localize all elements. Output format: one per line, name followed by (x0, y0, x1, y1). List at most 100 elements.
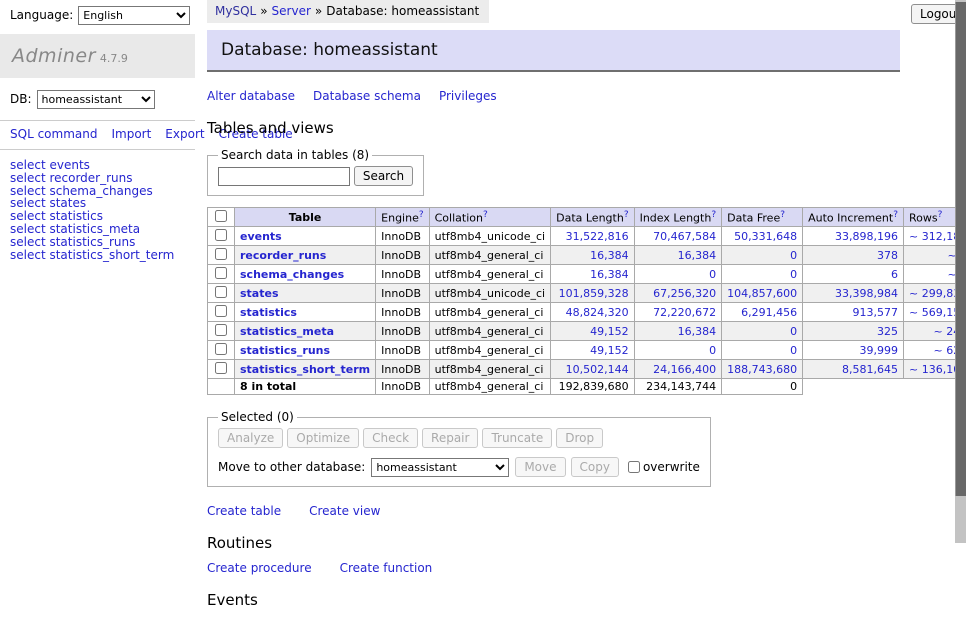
engine-cell: InnoDB (376, 265, 429, 284)
search-button[interactable]: Search (354, 166, 413, 186)
language-row: Language: English (0, 0, 195, 29)
table-link[interactable]: statistics_short_term (240, 363, 370, 376)
table-link[interactable]: recorder_runs (240, 249, 326, 262)
page-title: Database: homeassistant (207, 30, 900, 72)
table-link[interactable]: events (240, 230, 282, 243)
breadcrumb-mysql-link[interactable]: MySQL (215, 4, 256, 18)
data-length-link[interactable]: 48,824,320 (566, 306, 629, 319)
sql-command-link[interactable]: SQL command (10, 127, 97, 141)
auto-increment-link[interactable]: 8,581,645 (842, 363, 898, 376)
db-select[interactable]: homeassistant (37, 90, 155, 109)
scrollbar-thumb[interactable] (955, 2, 966, 496)
table-link[interactable]: statistics (240, 306, 297, 319)
table-row: states InnoDB utf8mb4_unicode_ci 101,859… (208, 284, 966, 303)
auto-increment-link[interactable]: 33,398,984 (835, 287, 898, 300)
auto-increment-link[interactable]: 325 (877, 325, 898, 338)
row-checkbox[interactable] (215, 324, 227, 336)
language-select[interactable]: English (78, 6, 190, 25)
data-length-link[interactable]: 10,502,144 (566, 363, 629, 376)
auto-increment-link[interactable]: 6 (891, 268, 898, 281)
overwrite-checkbox[interactable] (628, 461, 640, 473)
privileges-link[interactable]: Privileges (439, 89, 497, 103)
import-link[interactable]: Import (111, 127, 151, 141)
data-length-link[interactable]: 49,152 (590, 325, 629, 338)
repair-button: Repair (422, 428, 478, 448)
select-all-checkbox[interactable] (215, 210, 227, 222)
data-free-help-link[interactable]: ? (780, 210, 785, 220)
index-length-help-link[interactable]: ? (711, 210, 716, 220)
data-free-link[interactable]: 50,331,648 (734, 230, 797, 243)
column-header-engine: Engine? (376, 208, 429, 227)
auto-increment-link[interactable]: 913,577 (853, 306, 899, 319)
row-checkbox[interactable] (215, 229, 227, 241)
search-input[interactable] (218, 167, 350, 186)
data-length-link[interactable]: 31,522,816 (566, 230, 629, 243)
rows-help-link[interactable]: ? (938, 210, 943, 220)
collation-cell: utf8mb4_general_ci (429, 341, 550, 360)
create-function-link[interactable]: Create function (340, 561, 433, 575)
breadcrumb-server-link[interactable]: Server (272, 4, 311, 18)
data-free-link[interactable]: 104,857,600 (727, 287, 797, 300)
database-schema-link[interactable]: Database schema (313, 89, 421, 103)
index-length-link[interactable]: 16,384 (678, 249, 717, 262)
sidebar-item-select-events[interactable]: select events (10, 159, 185, 172)
language-label: Language: (10, 8, 73, 22)
overwrite-option: overwrite (624, 460, 700, 474)
auto-increment-link[interactable]: 378 (877, 249, 898, 262)
data-free-link[interactable]: 0 (790, 325, 797, 338)
auto-increment-link[interactable]: 33,898,196 (835, 230, 898, 243)
table-row: recorder_runs InnoDB utf8mb4_general_ci … (208, 246, 966, 265)
export-link[interactable]: Export (165, 127, 204, 141)
create-procedure-link[interactable]: Create procedure (207, 561, 312, 575)
row-checkbox[interactable] (215, 248, 227, 260)
table-link[interactable]: states (240, 287, 279, 300)
data-length-link[interactable]: 16,384 (590, 249, 629, 262)
index-length-link[interactable]: 67,256,320 (653, 287, 716, 300)
data-free-link[interactable]: 188,743,680 (727, 363, 797, 376)
sidebar-item-select-recorder-runs[interactable]: select recorder_runs (10, 172, 185, 185)
table-link[interactable]: statistics_runs (240, 344, 330, 357)
index-length-link[interactable]: 70,467,584 (653, 230, 716, 243)
table-row: statistics_short_term InnoDB utf8mb4_gen… (208, 360, 966, 379)
collation-help-link[interactable]: ? (483, 210, 488, 220)
row-checkbox[interactable] (215, 362, 227, 374)
move-database-select[interactable]: homeassistant (371, 458, 509, 477)
create-view-link[interactable]: Create view (309, 504, 380, 518)
auto-increment-link[interactable]: 39,999 (860, 344, 899, 357)
index-length-link[interactable]: 24,166,400 (653, 363, 716, 376)
data-free-link[interactable]: 0 (790, 344, 797, 357)
row-checkbox[interactable] (215, 343, 227, 355)
sidebar-item-select-statistics-runs[interactable]: select statistics_runs (10, 236, 185, 249)
data-free-link[interactable]: 0 (790, 249, 797, 262)
row-checkbox[interactable] (215, 305, 227, 317)
create-table-link[interactable]: Create table (207, 504, 281, 518)
data-length-link[interactable]: 16,384 (590, 268, 629, 281)
index-length-link[interactable]: 72,220,672 (653, 306, 716, 319)
table-link[interactable]: statistics_meta (240, 325, 334, 338)
move-label: Move to other database: (218, 460, 365, 474)
sidebar-item-select-statistics-meta[interactable]: select statistics_meta (10, 223, 185, 236)
vertical-scrollbar[interactable] (955, 0, 966, 543)
analyze-button: Analyze (218, 428, 283, 448)
index-length-link[interactable]: 0 (709, 268, 716, 281)
sidebar-command-links: SQL commandImportExportCreate table (0, 121, 195, 149)
engine-cell: InnoDB (376, 246, 429, 265)
engine-help-link[interactable]: ? (419, 210, 424, 220)
sidebar-item-select-statistics-short-term[interactable]: select statistics_short_term (10, 249, 185, 262)
table-header-row: Table Engine? Collation? Data Length? In… (208, 208, 966, 227)
data-length-link[interactable]: 101,859,328 (559, 287, 629, 300)
optimize-button: Optimize (287, 428, 359, 448)
index-length-link[interactable]: 16,384 (678, 325, 717, 338)
column-header-collation: Collation? (429, 208, 550, 227)
data-free-link[interactable]: 0 (790, 268, 797, 281)
row-checkbox[interactable] (215, 267, 227, 279)
table-link[interactable]: schema_changes (240, 268, 344, 281)
index-length-link[interactable]: 0 (709, 344, 716, 357)
row-checkbox[interactable] (215, 286, 227, 298)
collation-cell: utf8mb4_unicode_ci (429, 227, 550, 246)
data-free-link[interactable]: 6,291,456 (741, 306, 797, 319)
alter-database-link[interactable]: Alter database (207, 89, 295, 103)
auto-increment-help-link[interactable]: ? (893, 210, 898, 220)
data-length-help-link[interactable]: ? (624, 210, 629, 220)
data-length-link[interactable]: 49,152 (590, 344, 629, 357)
